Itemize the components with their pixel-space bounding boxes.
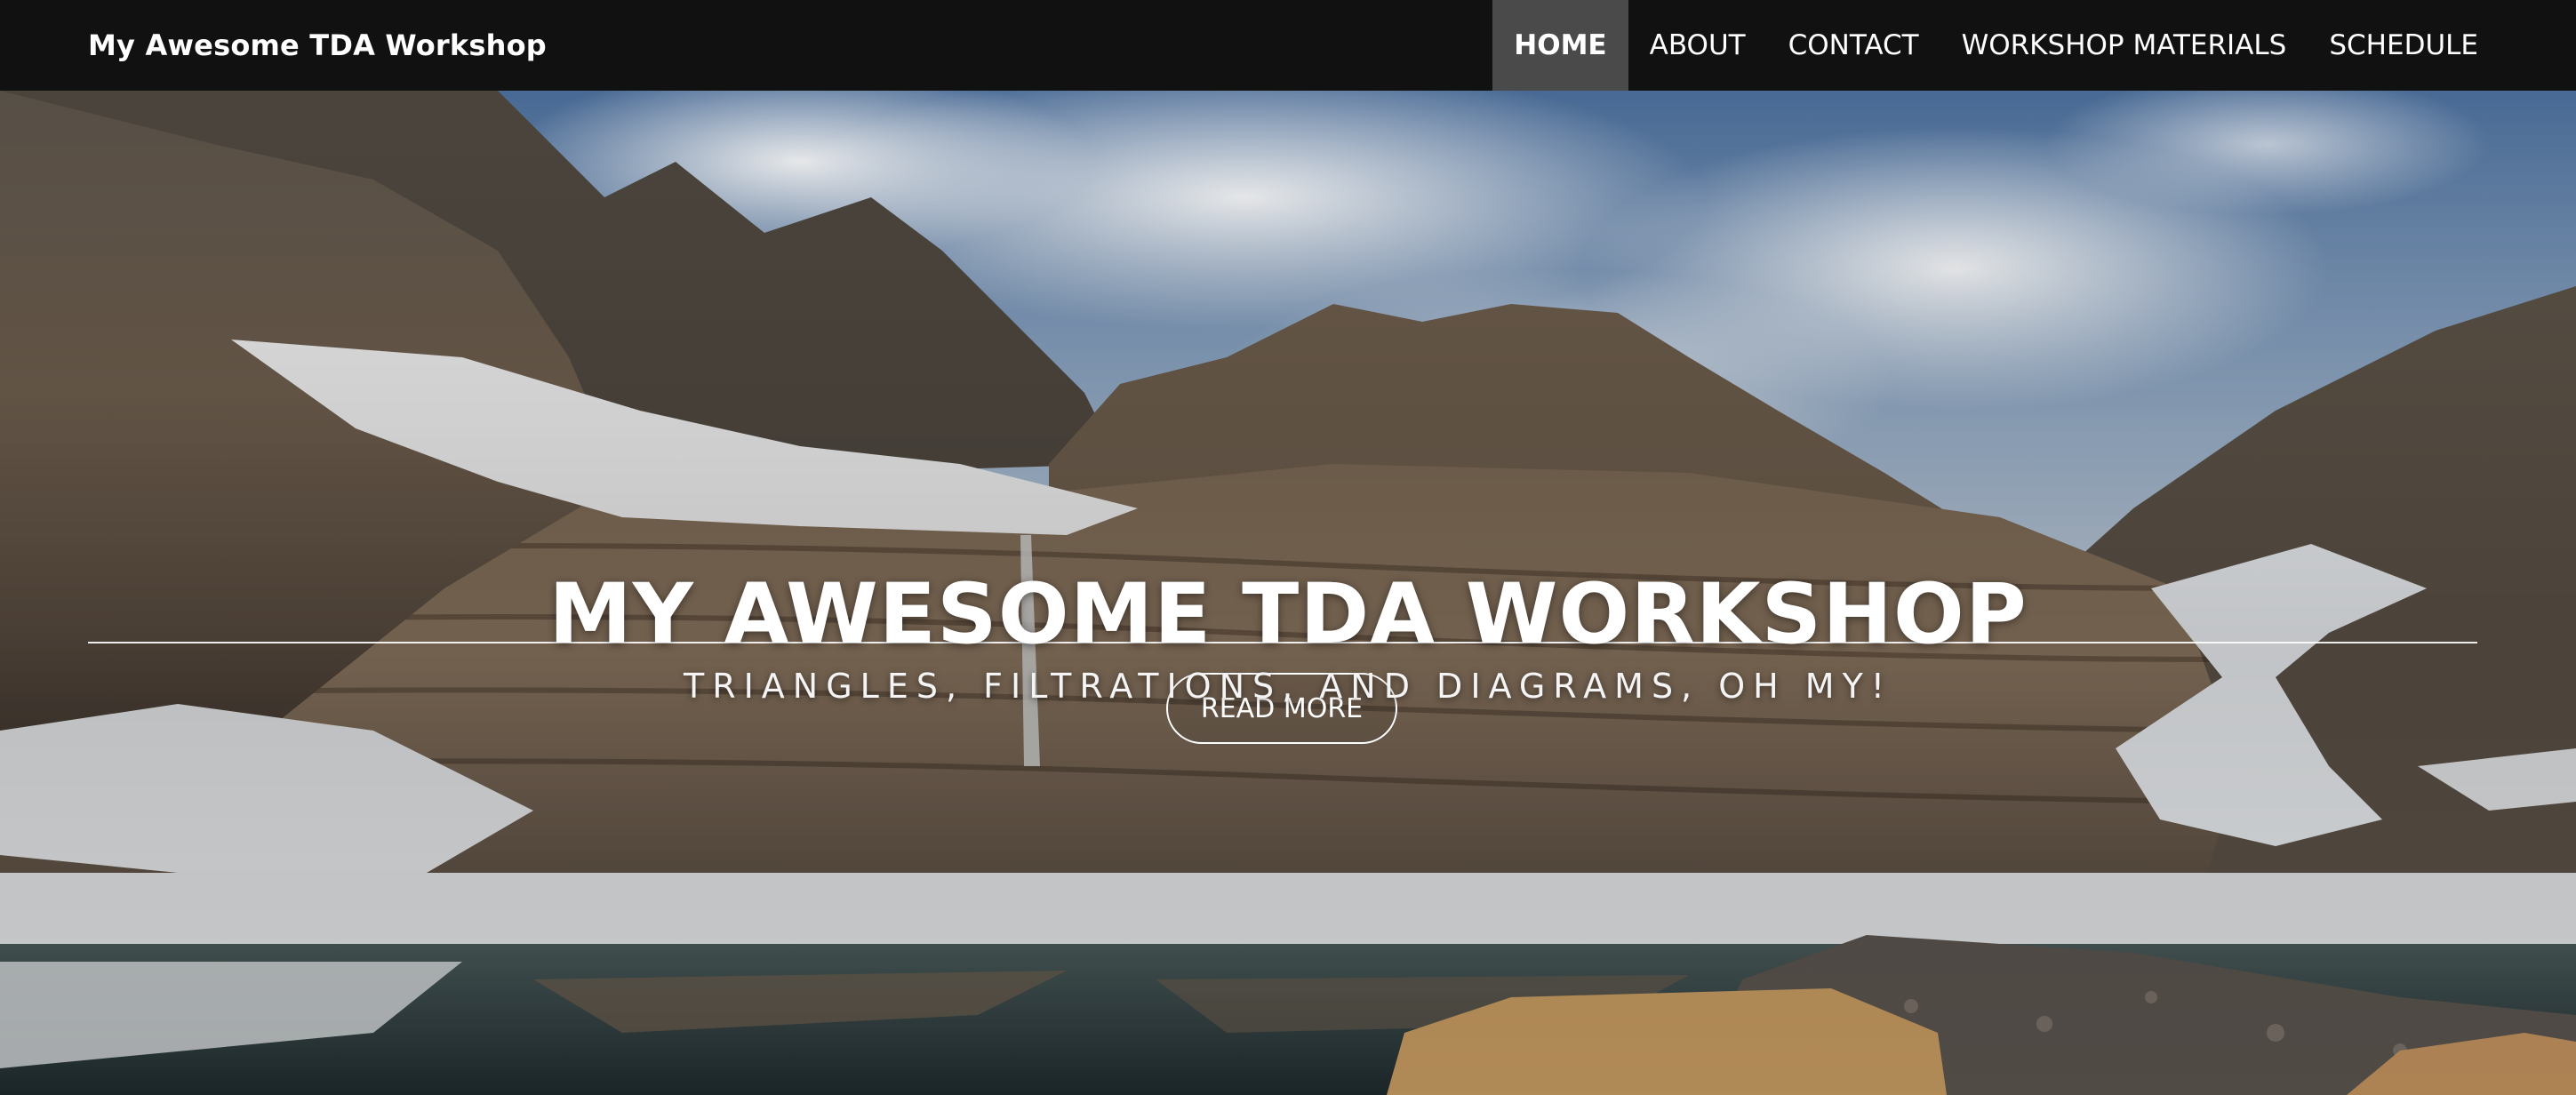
brand-link[interactable]: My Awesome TDA Workshop xyxy=(88,28,547,62)
hero-subtitle: TRIANGLES, FILTRATIONS, AND DIAGRAMS, OH… xyxy=(683,667,1893,706)
page: My Awesome TDA Workshop HOME ABOUT CONTA… xyxy=(0,0,2576,1095)
hero-text: MY AWESOME TDA WORKSHOP TRIANGLES, FILTR… xyxy=(0,566,2576,708)
hero-title: MY AWESOME TDA WORKSHOP xyxy=(548,566,2028,663)
nav-workshop-materials[interactable]: WORKSHOP MATERIALS xyxy=(1940,0,2308,91)
nav-home[interactable]: HOME xyxy=(1492,0,1628,91)
navbar: My Awesome TDA Workshop HOME ABOUT CONTA… xyxy=(0,0,2576,91)
nav-contact[interactable]: CONTACT xyxy=(1767,0,1940,91)
nav-menu: HOME ABOUT CONTACT WORKSHOP MATERIALS SC… xyxy=(1492,0,2500,91)
nav-about[interactable]: ABOUT xyxy=(1628,0,1767,91)
hero-section: MY AWESOME TDA WORKSHOP TRIANGLES, FILTR… xyxy=(0,91,2576,1095)
nav-schedule[interactable]: SCHEDULE xyxy=(2308,0,2500,91)
